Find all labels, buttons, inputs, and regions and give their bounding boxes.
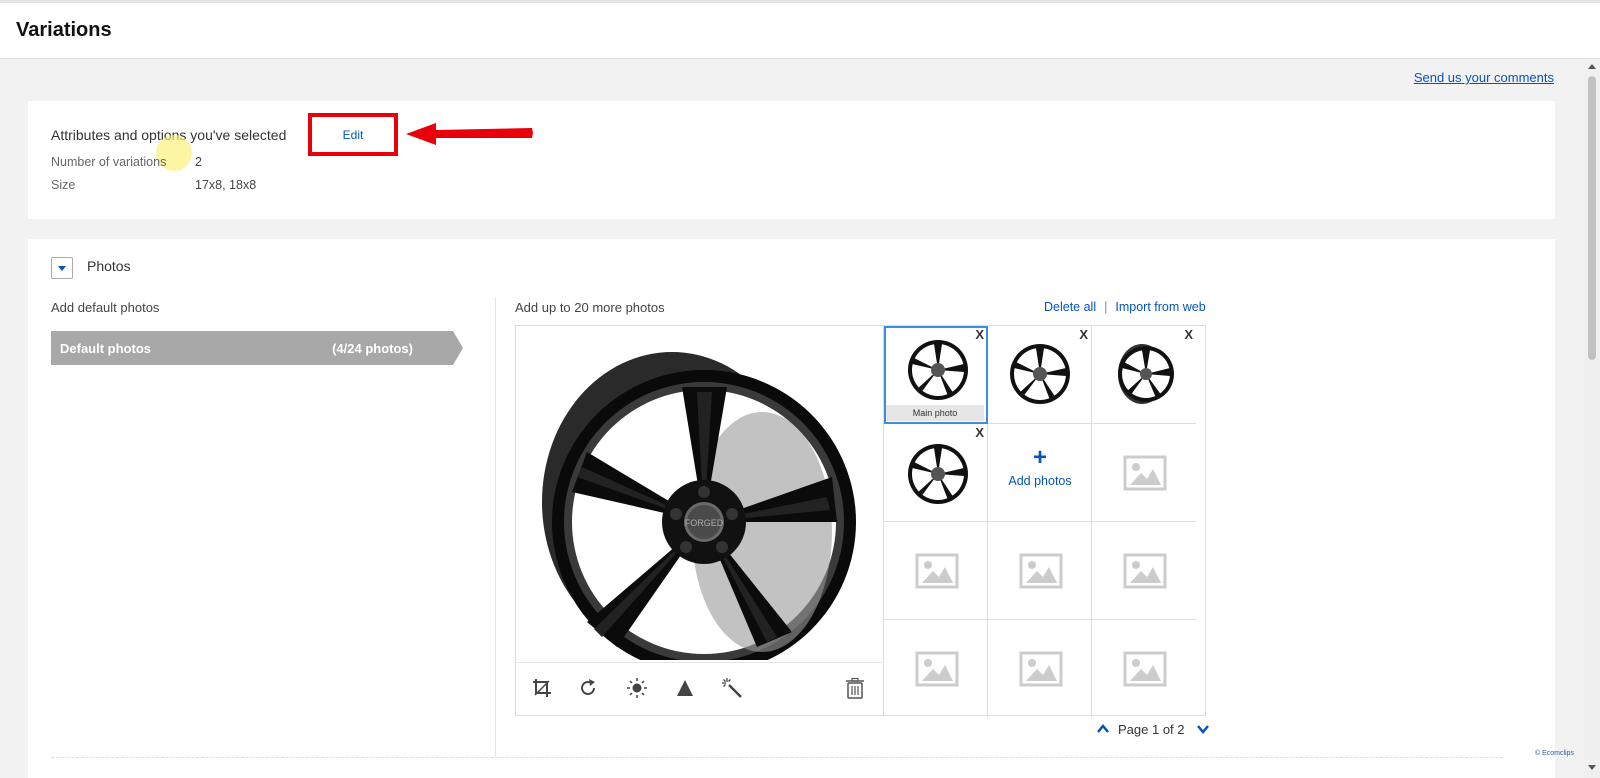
main-wheel-image: FORGED — [532, 342, 856, 660]
image-placeholder-icon — [915, 651, 959, 687]
wheel-thumb-icon — [908, 340, 968, 400]
actions-separator: | — [1104, 300, 1108, 314]
attr-row-variations: Number of variations 2 — [51, 155, 202, 169]
photo-slot[interactable] — [988, 620, 1092, 718]
remove-photo-icon[interactable]: X — [1079, 327, 1088, 342]
add-photos-button[interactable]: + Add photos — [988, 424, 1092, 522]
delete-icon[interactable] — [844, 677, 866, 699]
attr-label: Size — [51, 178, 76, 192]
wheel-thumb-icon — [1118, 344, 1174, 404]
chevron-down-icon[interactable] — [1196, 722, 1210, 736]
wheel-thumb-icon — [1010, 344, 1070, 404]
plus-icon: + — [1032, 444, 1047, 471]
contrast-icon[interactable] — [674, 677, 696, 699]
photo-gallery: FORGED X Main photo X X X + Add photos — [515, 325, 1206, 718]
photo-edit-toolbar — [516, 662, 884, 715]
photos-card: Photos Add default photos Default photos… — [28, 239, 1555, 778]
photo-slot[interactable] — [1092, 424, 1196, 522]
page-scrollbar[interactable] — [1584, 60, 1600, 778]
auto-enhance-icon[interactable] — [721, 677, 743, 699]
wheel-thumb-icon — [908, 444, 968, 504]
photo-slot[interactable] — [1092, 522, 1196, 620]
thumbnail-3[interactable]: X — [1092, 326, 1196, 424]
attr-value: 2 — [195, 155, 202, 169]
wheel-icon: FORGED — [542, 352, 856, 660]
photo-slot[interactable] — [884, 620, 988, 718]
photo-slot[interactable] — [988, 522, 1092, 620]
remove-photo-icon[interactable]: X — [975, 425, 984, 440]
scroll-thumb[interactable] — [1588, 76, 1596, 360]
image-placeholder-icon — [1019, 553, 1063, 589]
add-default-photos-label: Add default photos — [51, 300, 160, 315]
collapse-photos-button[interactable] — [51, 257, 73, 279]
photo-pager: Page 1 of 2 — [1096, 720, 1216, 740]
attr-row-size: Size 17x8, 18x8 — [51, 178, 256, 192]
default-photos-tab[interactable]: Default photos (4/24 photos) — [51, 331, 463, 365]
photo-slot[interactable] — [1092, 620, 1196, 718]
delete-all-link[interactable]: Delete all — [1044, 300, 1096, 314]
image-placeholder-icon — [1123, 651, 1167, 687]
main-photo-preview: FORGED — [516, 326, 884, 715]
send-comments-link[interactable]: Send us your comments — [1414, 70, 1554, 85]
image-placeholder-icon — [1123, 455, 1167, 491]
thumbnail-4[interactable]: X — [884, 424, 988, 522]
edit-highlight-box: Edit — [308, 113, 398, 156]
attributes-card: Attributes and options you've selected E… — [28, 101, 1555, 219]
photo-actions: Delete all | Import from web — [1044, 300, 1206, 314]
section-divider — [51, 757, 1503, 758]
edit-button[interactable]: Edit — [312, 117, 394, 152]
page-title: Variations — [16, 19, 112, 41]
page-indicator: Page 1 of 2 — [1118, 722, 1185, 737]
hub-text: FORGED — [685, 518, 724, 528]
import-from-web-link[interactable]: Import from web — [1115, 300, 1205, 314]
default-photos-label: Default photos — [60, 340, 151, 356]
rotate-icon[interactable] — [577, 677, 599, 699]
add-photos-label: Add photos — [1008, 474, 1072, 488]
main-photo-label: Main photo — [886, 405, 984, 421]
image-placeholder-icon — [1019, 651, 1063, 687]
annotation-arrow-icon — [406, 123, 533, 145]
column-divider — [495, 297, 496, 757]
attr-value: 17x8, 18x8 — [195, 178, 257, 192]
brightness-icon[interactable] — [626, 677, 648, 699]
photo-thumbnail-grid: X Main photo X X X + Add photos — [884, 326, 1206, 718]
add-more-photos-label: Add up to 20 more photos — [515, 300, 665, 315]
thumbnail-2[interactable]: X — [988, 326, 1092, 424]
image-placeholder-icon — [915, 553, 959, 589]
thumbnail-main[interactable]: X Main photo — [884, 326, 988, 424]
watermark: © Ecomclips — [1535, 750, 1574, 757]
image-placeholder-icon — [1123, 553, 1167, 589]
remove-photo-icon[interactable]: X — [975, 327, 984, 342]
default-photos-count: (4/24 photos) — [332, 340, 413, 356]
chevron-down-icon — [58, 265, 66, 271]
crop-icon[interactable] — [531, 677, 553, 699]
scroll-down-icon[interactable] — [1588, 765, 1596, 770]
chevron-up-icon[interactable] — [1096, 722, 1110, 736]
attr-label: Number of variations — [51, 155, 167, 169]
remove-photo-icon[interactable]: X — [1184, 327, 1193, 342]
scroll-up-icon[interactable] — [1588, 64, 1596, 69]
page-header: Variations — [0, 3, 1600, 59]
photos-section-title: Photos — [87, 258, 131, 274]
photo-slot[interactable] — [884, 522, 988, 620]
